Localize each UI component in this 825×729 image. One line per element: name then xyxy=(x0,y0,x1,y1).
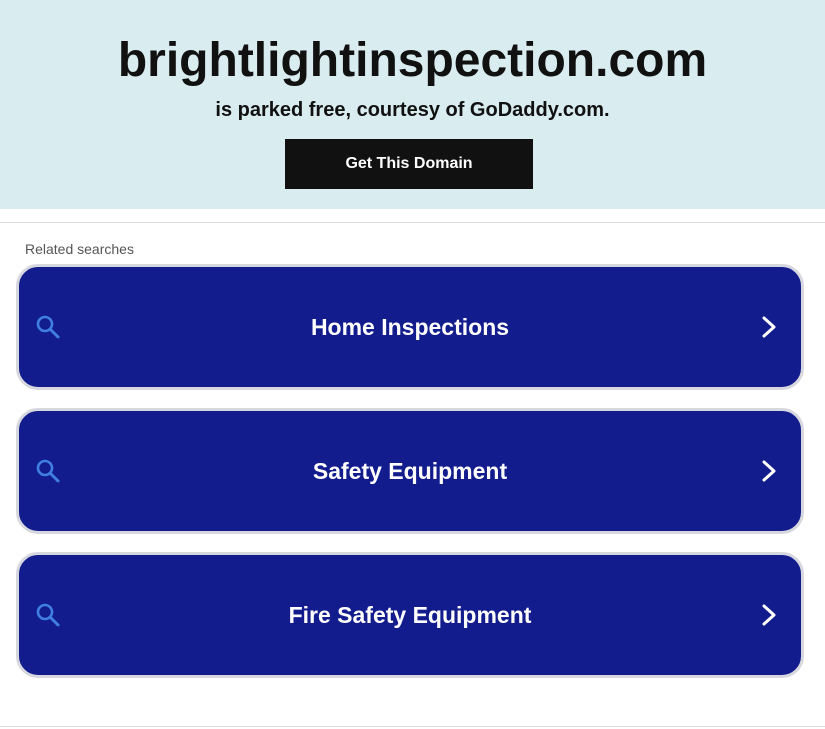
get-this-domain-button[interactable]: Get This Domain xyxy=(285,139,533,189)
search-icon xyxy=(36,603,60,627)
divider xyxy=(0,726,825,727)
chevron-right-icon xyxy=(762,604,776,626)
chevron-right-icon xyxy=(762,316,776,338)
related-search-item-fire-safety-equipment[interactable]: Fire Safety Equipment xyxy=(16,552,804,678)
related-search-item-home-inspections[interactable]: Home Inspections xyxy=(16,264,804,390)
search-icon xyxy=(36,315,60,339)
related-search-label: Safety Equipment xyxy=(312,458,508,484)
divider xyxy=(0,222,825,223)
related-search-label: Fire Safety Equipment xyxy=(288,602,532,628)
related-searches-label: Related searches xyxy=(25,241,134,257)
related-search-item-safety-equipment[interactable]: Safety Equipment xyxy=(16,408,804,534)
chevron-right-icon xyxy=(762,460,776,482)
domain-banner: brightlightinspection.com is parked free… xyxy=(0,0,825,209)
search-icon xyxy=(36,459,60,483)
parked-subtitle: is parked free, courtesy of GoDaddy.com. xyxy=(215,99,610,121)
domain-title: brightlightinspection.com xyxy=(117,34,708,87)
related-search-label: Home Inspections xyxy=(310,314,510,340)
